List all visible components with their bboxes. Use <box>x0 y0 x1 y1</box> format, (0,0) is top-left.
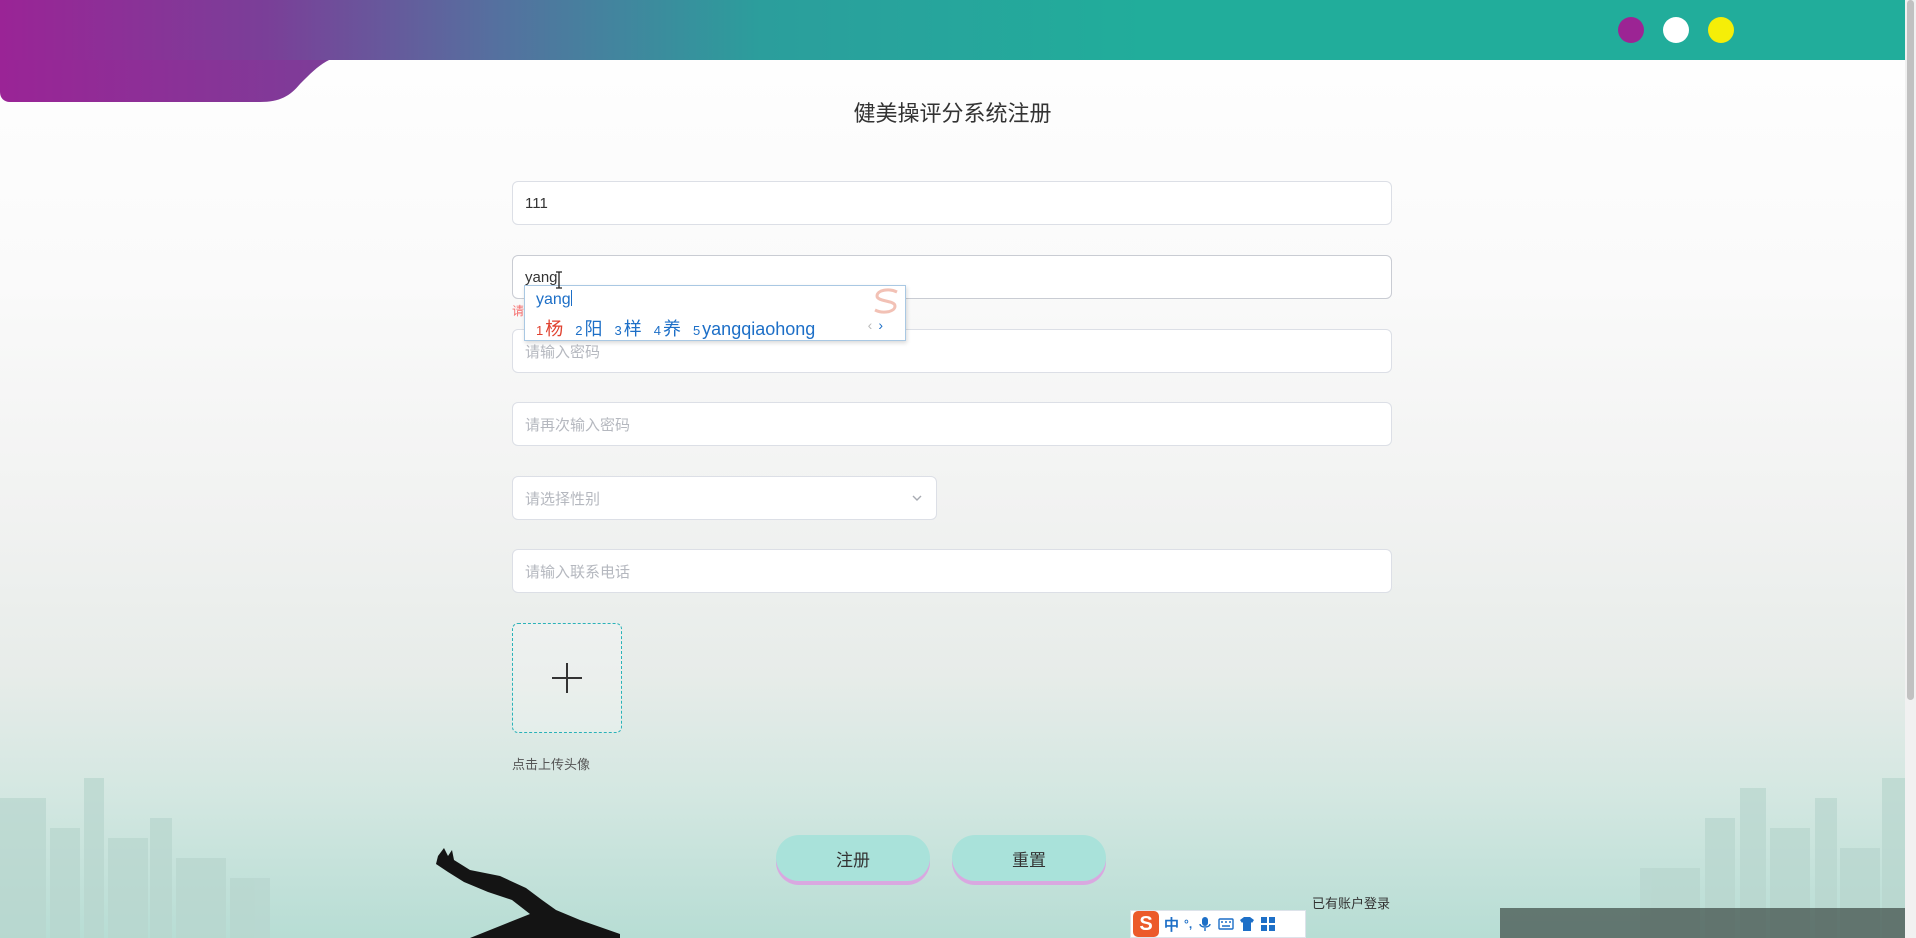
text-cursor-icon <box>556 271 562 289</box>
ime-candidate[interactable]: 4养 <box>654 315 681 341</box>
password-placeholder: 请输入密码 <box>525 343 601 361</box>
name-value: yang <box>525 268 558 286</box>
register-button[interactable]: 注册 <box>776 835 930 881</box>
phone-placeholder: 请输入联系电话 <box>525 563 631 581</box>
phone-field[interactable]: 请输入联系电话 <box>512 549 1392 593</box>
toolbox-icon[interactable] <box>1260 916 1276 932</box>
ime-candidate[interactable]: 1杨 <box>536 315 563 341</box>
gender-placeholder: 请选择性别 <box>525 490 601 508</box>
scrollbar-thumb[interactable] <box>1907 0 1914 700</box>
ime-candidate[interactable]: 3样 <box>614 315 641 341</box>
ime-composition: yang <box>536 290 572 308</box>
ime-page-nav: ‹ › <box>868 317 883 333</box>
ime-punctuation-toggle[interactable]: °, <box>1184 917 1192 931</box>
gender-select[interactable]: 请选择性别 <box>512 476 937 520</box>
ime-mode-toggle[interactable]: 中 <box>1164 914 1179 935</box>
name-error-message: 请 <box>512 304 525 318</box>
theme-dot-white[interactable] <box>1663 17 1689 43</box>
ime-toolbar: S 中 °, <box>1130 910 1306 938</box>
avatar-upload[interactable] <box>512 623 622 733</box>
ime-prev-icon[interactable]: ‹ <box>868 317 873 333</box>
ime-candidate[interactable]: 2阳 <box>575 315 602 341</box>
reset-button[interactable]: 重置 <box>952 835 1106 881</box>
username-field[interactable]: 111 <box>512 181 1392 225</box>
confirm-password-field[interactable]: 请再次输入密码 <box>512 402 1392 446</box>
username-value: 111 <box>525 194 548 212</box>
confirm-password-placeholder: 请再次输入密码 <box>525 416 631 434</box>
theme-dot-yellow[interactable] <box>1708 17 1734 43</box>
microphone-icon[interactable] <box>1197 916 1213 932</box>
sogou-logo-icon[interactable]: S <box>1133 911 1159 937</box>
avatar-upload-hint: 点击上传头像 <box>512 757 591 772</box>
vertical-scrollbar[interactable] <box>1905 0 1916 938</box>
ime-candidate-list: 1杨 2阳 3样 4养 5 yangqiaohong <box>536 315 827 341</box>
ime-candidate[interactable]: 5 yangqiaohong <box>693 319 815 340</box>
ime-candidate-popup: yang 1杨 2阳 3样 4养 5 yangqiaohong ‹ › <box>524 285 906 341</box>
keyboard-icon[interactable] <box>1218 916 1234 932</box>
chevron-down-icon <box>912 495 922 501</box>
theme-dot-purple[interactable] <box>1618 17 1644 43</box>
page-title: 健美操评分系统注册 <box>853 101 1052 126</box>
plus-icon <box>552 663 582 693</box>
skin-icon[interactable] <box>1239 916 1255 932</box>
swimmer-silhouette <box>436 848 620 938</box>
ime-next-icon[interactable]: › <box>878 317 883 333</box>
sogou-watermark-icon <box>874 288 898 314</box>
login-link[interactable]: 已有账户登录 <box>1312 893 1390 912</box>
